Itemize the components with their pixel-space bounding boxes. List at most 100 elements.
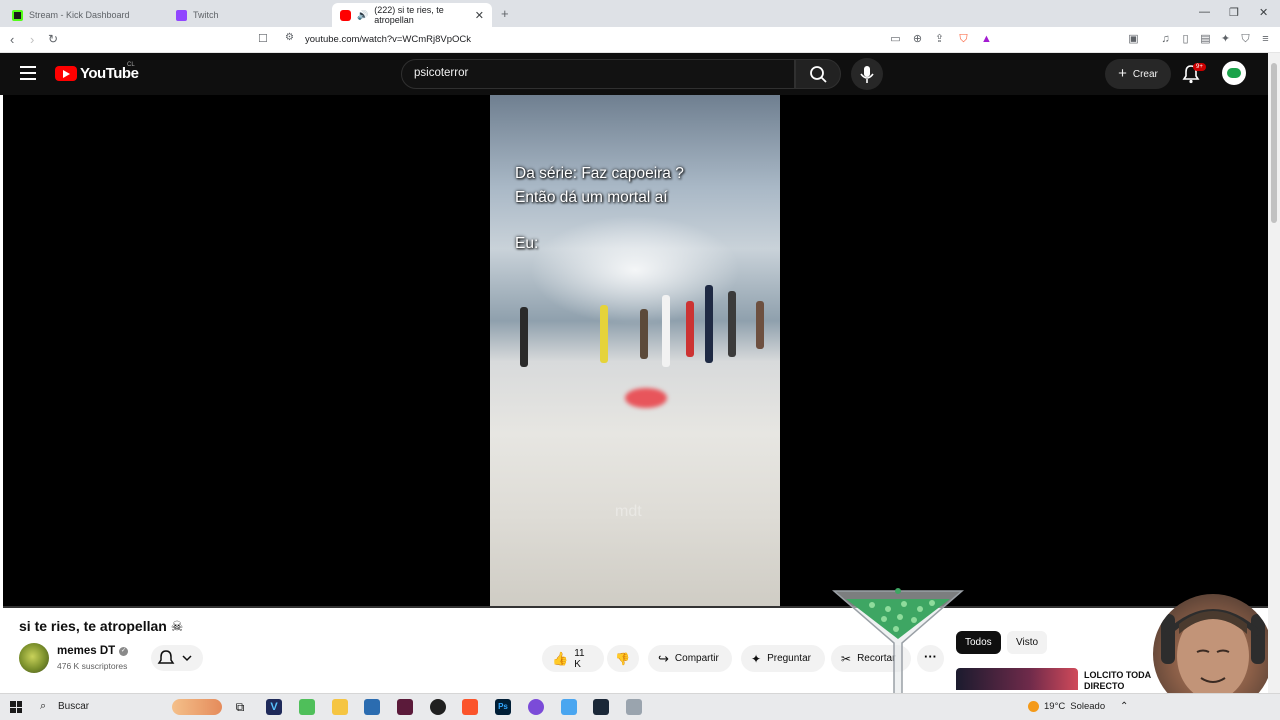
person-figure — [640, 309, 648, 359]
verified-icon: ✓ — [119, 647, 128, 656]
brave-browser-icon[interactable] — [462, 699, 478, 715]
page-scrollbar[interactable] — [1268, 53, 1280, 693]
recommended-video-thumbnail[interactable] — [956, 668, 1078, 690]
sidebar-icon[interactable]: ▣ — [1127, 33, 1140, 46]
device-app-icon[interactable] — [626, 699, 642, 715]
video-progress-bar[interactable] — [3, 606, 1268, 608]
account-avatar[interactable] — [1222, 61, 1246, 85]
subscription-bell-button[interactable] — [151, 645, 203, 671]
ask-button[interactable]: ✦ Preguntar — [741, 645, 825, 672]
music-icon[interactable]: ♫ — [1159, 33, 1172, 46]
video-caption-line-3: Eu: — [515, 235, 539, 252]
video-player[interactable]: Da série: Faz capoeira ? Então dá um mor… — [3, 95, 1268, 608]
new-tab-button[interactable]: + — [501, 6, 509, 21]
cast-icon[interactable]: ▭ — [889, 33, 902, 46]
kick-icon — [12, 9, 23, 21]
share-button[interactable]: ↪ Compartir — [648, 645, 732, 672]
tab-kick-dashboard[interactable]: Stream - Kick Dashboard — [4, 3, 166, 27]
scrollbar-thumb[interactable] — [1271, 63, 1277, 223]
person-figure — [756, 301, 764, 349]
media-app-icon[interactable] — [397, 699, 413, 715]
dislike-button[interactable]: 👎 — [607, 645, 639, 672]
channel-name[interactable]: memes DT — [57, 645, 115, 657]
weather-widget[interactable]: 19°C Soleado — [1028, 701, 1105, 712]
hamburger-menu-icon[interactable] — [20, 66, 36, 80]
ask-label: Preguntar — [767, 653, 811, 664]
recommended-video-title[interactable]: LOLCITO TODA DIRECTO — [1084, 670, 1164, 692]
url-field[interactable]: youtube.com/watch?v=WCmRj8VpOCk — [305, 34, 471, 45]
thumbs-up-icon: 👍 — [552, 650, 569, 666]
menu-icon[interactable]: ≡ — [1259, 33, 1272, 46]
video-title-text: si te ries, te atropellan — [19, 618, 167, 634]
search-box[interactable]: psicoterror — [401, 59, 795, 89]
reload-icon[interactable]: ↻ — [48, 32, 58, 46]
browser-tab-strip: Stream - Kick Dashboard Twitch 🔊 (222) s… — [0, 0, 1280, 27]
leo-ai-icon[interactable]: ✦ — [1219, 33, 1232, 46]
close-tab-icon[interactable]: ✕ — [475, 9, 484, 22]
search-button[interactable] — [795, 59, 841, 89]
search-highlight-icon[interactable] — [172, 699, 222, 715]
site-info-icon[interactable]: ⚙ — [285, 32, 294, 43]
steam-app-icon[interactable] — [593, 699, 609, 715]
taskbar-search[interactable]: Buscar — [58, 701, 89, 712]
like-button[interactable]: 👍 11 K — [542, 645, 604, 672]
twitch-icon — [176, 9, 187, 21]
video-watermark: mdt — [615, 503, 642, 520]
subscriber-count: 476 K suscriptores — [57, 661, 128, 671]
photoshop-icon[interactable]: Ps — [495, 699, 511, 715]
task-view-icon[interactable]: ⧉ — [232, 699, 248, 715]
share-page-icon[interactable]: ⇪ — [933, 33, 946, 46]
sun-icon — [1028, 701, 1039, 712]
bookmark-icon[interactable]: ☐ — [258, 32, 268, 45]
brave-shield-icon[interactable]: ⛉ — [957, 33, 970, 46]
search-icon: ⌕ — [40, 700, 47, 712]
voice-search-button[interactable] — [851, 58, 883, 90]
streaming-app-icon[interactable] — [528, 699, 544, 715]
tab-title: (222) si te ries, te atropellan — [374, 5, 444, 25]
create-button[interactable]: + Crear — [1105, 59, 1171, 89]
thumbs-down-icon: 👎 — [615, 651, 630, 666]
chat-app-icon[interactable] — [299, 699, 315, 715]
youtube-icon — [340, 9, 351, 21]
bell-icon — [157, 650, 192, 664]
wallet-icon[interactable]: ▤ — [1199, 33, 1212, 46]
minimize-icon[interactable]: — — [1199, 6, 1210, 18]
person-figure — [600, 305, 608, 363]
person-figure — [662, 295, 670, 367]
tab-youtube-video[interactable]: 🔊 (222) si te ries, te atropellan ✕ — [332, 3, 492, 27]
search-icon — [810, 66, 827, 83]
tab-twitch[interactable]: Twitch — [168, 3, 330, 27]
plus-icon: + — [1118, 65, 1127, 82]
temperature: 19°C — [1044, 701, 1066, 712]
person-figure — [520, 307, 528, 367]
speaker-icon: 🔊 — [357, 9, 369, 20]
tab-title: Stream - Kick Dashboard — [29, 10, 130, 20]
back-icon[interactable]: ‹ — [10, 32, 14, 47]
person-figure — [728, 291, 736, 357]
vegas-app-icon[interactable]: V — [266, 699, 282, 715]
zoom-icon[interactable]: ⊕ — [911, 33, 924, 46]
channel-avatar[interactable] — [19, 643, 49, 673]
video-frame[interactable]: Da série: Faz capoeira ? Então dá um mor… — [490, 95, 780, 608]
obs-app-icon[interactable] — [430, 699, 446, 715]
youtube-logo-icon[interactable] — [55, 66, 77, 81]
launcher-app-icon[interactable] — [561, 699, 577, 715]
microphone-icon — [860, 66, 874, 83]
panel-icon[interactable]: ▯ — [1179, 33, 1192, 46]
notes-app-icon[interactable] — [364, 699, 380, 715]
create-label: Crear — [1132, 68, 1158, 80]
file-explorer-icon[interactable] — [332, 699, 348, 715]
close-window-icon[interactable]: ✕ — [1259, 6, 1268, 19]
chevron-up-icon[interactable]: ⌃ — [1120, 701, 1128, 712]
brave-rewards-icon[interactable]: ▲ — [980, 33, 993, 46]
person-figure — [705, 285, 713, 363]
forward-icon[interactable]: › — [30, 32, 34, 47]
restore-icon[interactable]: ❐ — [1229, 6, 1239, 19]
chip-watched[interactable]: Visto — [1007, 631, 1048, 654]
search-input[interactable]: psicoterror — [414, 67, 468, 79]
video-caption-line-2: Então dá um mortal aí — [515, 189, 668, 206]
windows-start-icon[interactable] — [10, 701, 22, 713]
share-icon: ↪ — [658, 650, 669, 666]
vpn-icon[interactable]: ⛉ — [1239, 33, 1252, 46]
country-code: CL — [127, 62, 135, 68]
